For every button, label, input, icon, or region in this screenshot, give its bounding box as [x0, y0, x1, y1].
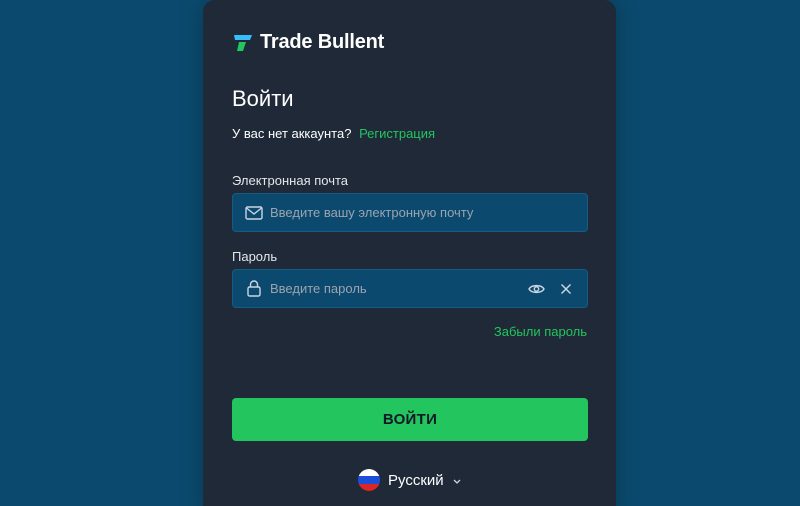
page-title: Войти [232, 86, 294, 111]
page-background: Trade Bullent Войти У вас нет аккаунта? … [0, 0, 800, 506]
password-input[interactable] [270, 281, 527, 296]
login-card: Trade Bullent Войти У вас нет аккаунта? … [203, 0, 616, 506]
eye-icon[interactable] [527, 280, 545, 298]
password-field-wrapper[interactable] [232, 269, 588, 308]
signup-prompt: У вас нет аккаунта? [232, 126, 352, 141]
signup-row: У вас нет аккаунта? Регистрация [232, 126, 435, 141]
russia-flag-icon [358, 469, 380, 491]
close-icon[interactable] [557, 280, 575, 298]
chevron-down-icon [452, 472, 462, 489]
password-label: Пароль [232, 249, 278, 264]
trade-bullent-logo-icon [234, 34, 252, 51]
brand-name: Trade Bullent [260, 31, 385, 53]
email-field-wrapper[interactable] [232, 193, 588, 232]
lock-icon [245, 280, 263, 298]
language-label: Русский [388, 471, 444, 489]
email-input[interactable] [270, 205, 575, 220]
language-selector[interactable]: Русский [358, 469, 462, 491]
password-actions [527, 280, 575, 298]
forgot-password-link[interactable]: Забыли пароль [494, 324, 587, 339]
mail-icon [245, 204, 263, 222]
signup-link[interactable]: Регистрация [359, 126, 435, 141]
login-button[interactable]: ВОЙТИ [232, 398, 588, 441]
email-label: Электронная почта [232, 173, 349, 188]
brand-logo[interactable]: Trade Bullent [232, 31, 384, 54]
